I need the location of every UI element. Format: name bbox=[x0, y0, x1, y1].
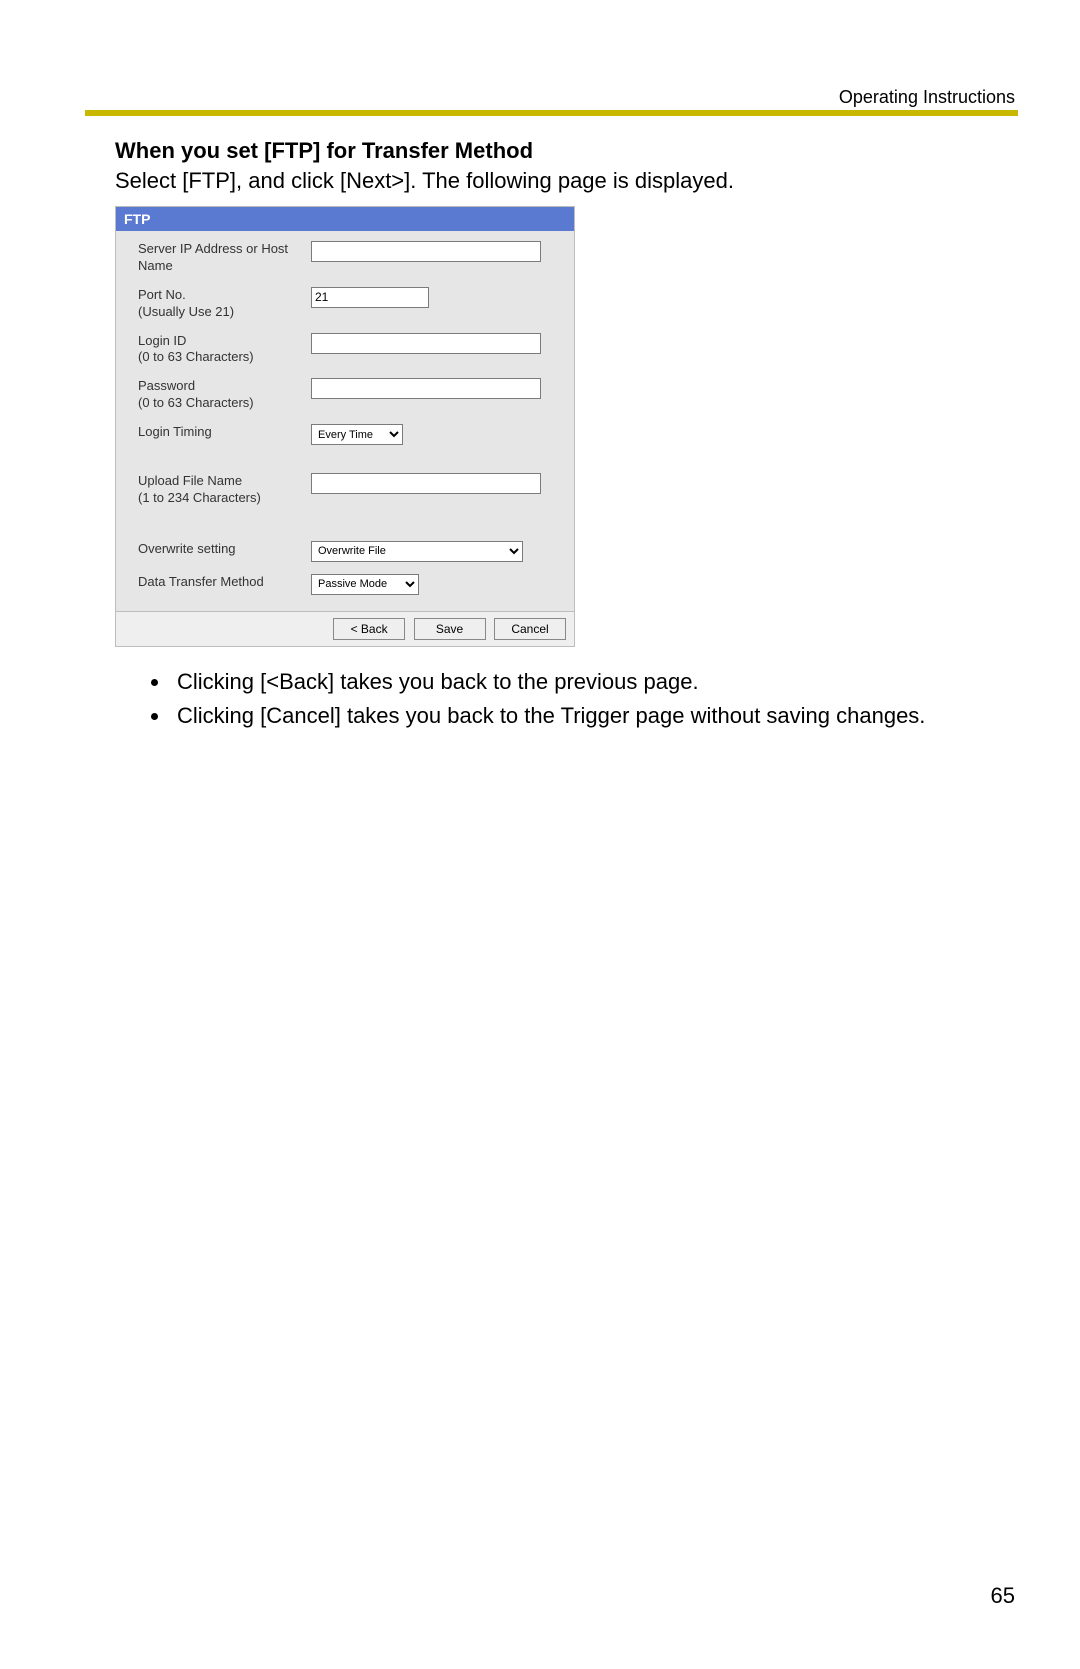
button-bar: < Back Save Cancel bbox=[116, 611, 574, 646]
label-login-line2: (0 to 63 Characters) bbox=[138, 349, 254, 364]
timing-select[interactable]: Every Time bbox=[311, 424, 403, 445]
page-number: 65 bbox=[991, 1583, 1015, 1609]
label-upload-line2: (1 to 234 Characters) bbox=[138, 490, 261, 505]
upload-input[interactable] bbox=[311, 473, 541, 494]
row-server: Server IP Address or Host Name bbox=[120, 235, 570, 281]
label-port-line1: Port No. bbox=[138, 287, 186, 302]
row-timing: Login Timing Every Time bbox=[120, 418, 570, 451]
ftp-panel-title: FTP bbox=[116, 207, 574, 231]
label-timing: Login Timing bbox=[126, 424, 311, 441]
label-upload: Upload File Name (1 to 234 Characters) bbox=[126, 473, 311, 507]
label-login-line1: Login ID bbox=[138, 333, 186, 348]
label-server-line2: Name bbox=[138, 258, 173, 273]
port-input[interactable] bbox=[311, 287, 429, 308]
accent-bar bbox=[85, 110, 1018, 116]
doc-label: Operating Instructions bbox=[839, 87, 1015, 108]
row-upload: Upload File Name (1 to 234 Characters) bbox=[120, 451, 570, 535]
back-button[interactable]: < Back bbox=[333, 618, 405, 640]
cancel-button[interactable]: Cancel bbox=[494, 618, 566, 640]
label-login: Login ID (0 to 63 Characters) bbox=[126, 333, 311, 367]
save-button[interactable]: Save bbox=[414, 618, 486, 640]
ftp-panel-body: Server IP Address or Host Name Port No. … bbox=[116, 231, 574, 611]
notes-list: Clicking [<Back] takes you back to the p… bbox=[115, 667, 985, 730]
login-input[interactable] bbox=[311, 333, 541, 354]
label-server-line1: Server IP Address or Host bbox=[138, 241, 288, 256]
label-port: Port No. (Usually Use 21) bbox=[126, 287, 311, 321]
label-port-line2: (Usually Use 21) bbox=[138, 304, 234, 319]
server-input[interactable] bbox=[311, 241, 541, 262]
row-overwrite: Overwrite setting Overwrite File bbox=[120, 535, 570, 568]
row-login: Login ID (0 to 63 Characters) bbox=[120, 327, 570, 373]
label-overwrite: Overwrite setting bbox=[126, 541, 311, 558]
label-password: Password (0 to 63 Characters) bbox=[126, 378, 311, 412]
label-password-line1: Password bbox=[138, 378, 195, 393]
list-item: Clicking [Cancel] takes you back to the … bbox=[171, 701, 985, 731]
row-password: Password (0 to 63 Characters) bbox=[120, 372, 570, 418]
label-server: Server IP Address or Host Name bbox=[126, 241, 311, 275]
ftp-panel: FTP Server IP Address or Host Name Port … bbox=[115, 206, 575, 647]
transfer-select[interactable]: Passive Mode bbox=[311, 574, 419, 595]
section-title: When you set [FTP] for Transfer Method bbox=[115, 138, 985, 164]
overwrite-select[interactable]: Overwrite File bbox=[311, 541, 523, 562]
row-port: Port No. (Usually Use 21) bbox=[120, 281, 570, 327]
page-content: When you set [FTP] for Transfer Method S… bbox=[115, 130, 985, 734]
label-transfer: Data Transfer Method bbox=[126, 574, 311, 591]
section-intro: Select [FTP], and click [Next>]. The fol… bbox=[115, 168, 985, 194]
label-password-line2: (0 to 63 Characters) bbox=[138, 395, 254, 410]
password-input[interactable] bbox=[311, 378, 541, 399]
label-upload-line1: Upload File Name bbox=[138, 473, 242, 488]
row-transfer: Data Transfer Method Passive Mode bbox=[120, 568, 570, 601]
list-item: Clicking [<Back] takes you back to the p… bbox=[171, 667, 985, 697]
